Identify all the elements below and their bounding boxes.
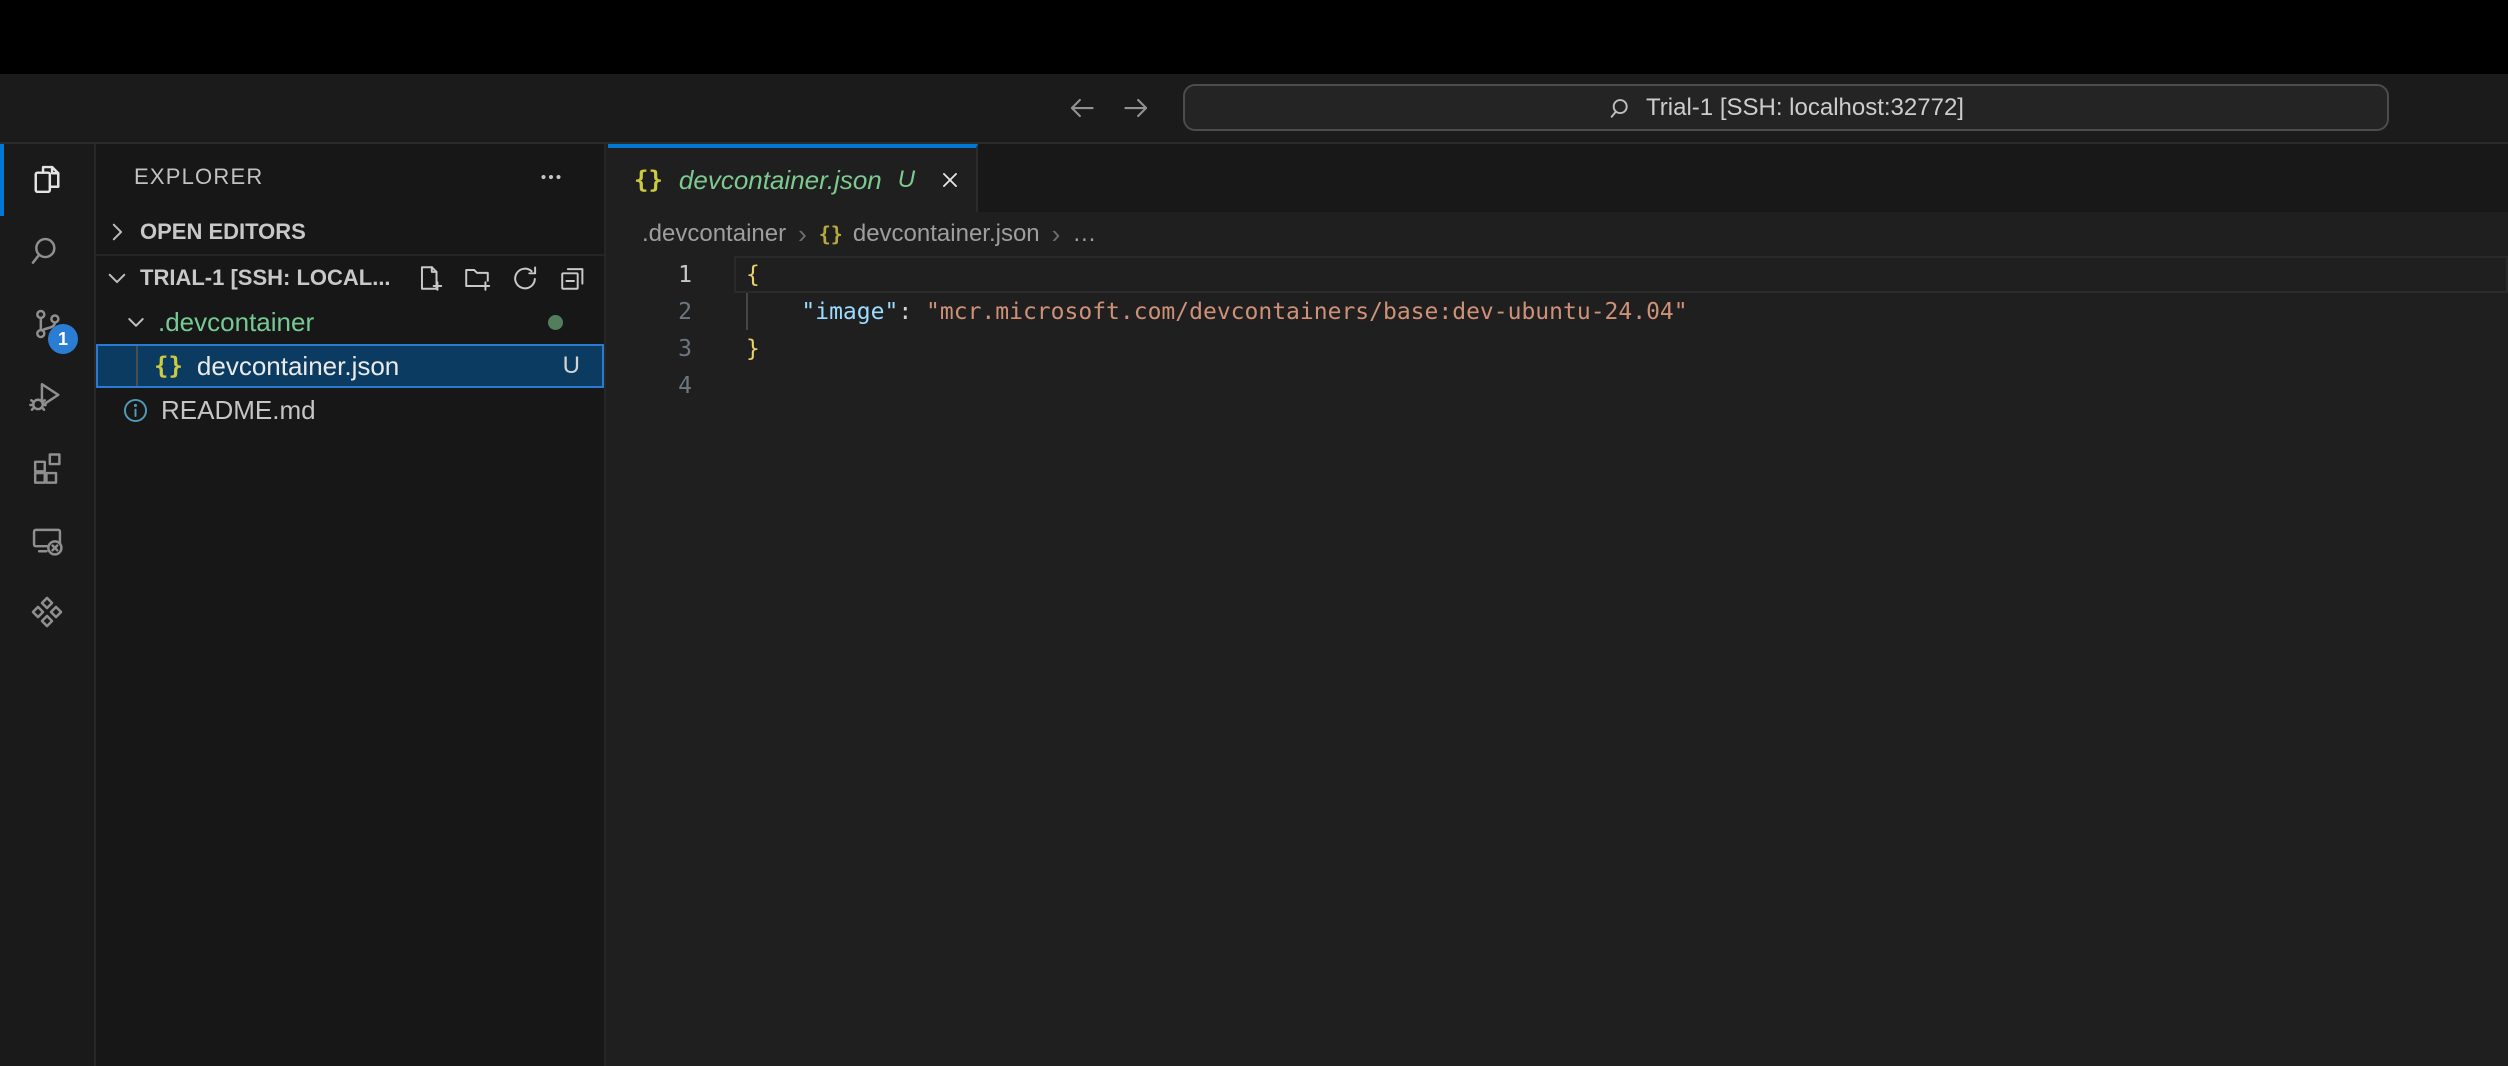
breadcrumb-separator: ›	[1052, 219, 1061, 250]
line-number: 1	[608, 262, 692, 288]
extensions-icon	[29, 450, 65, 486]
breadcrumb: .devcontainer › {} devcontainer.json › …	[608, 212, 2508, 256]
search-icon	[29, 234, 65, 270]
activity-explorer-button[interactable]	[0, 144, 94, 216]
activity-bar: 1	[0, 144, 96, 1066]
window-top-strip	[0, 0, 2508, 74]
tab-label: devcontainer.json	[679, 165, 882, 196]
run-debug-icon	[29, 378, 65, 414]
breadcrumb-item-symbol[interactable]: …	[1072, 220, 1096, 248]
code-token: :	[898, 299, 926, 325]
sidebar-header: EXPLORER	[96, 144, 604, 210]
nav-back-button[interactable]	[1062, 88, 1102, 128]
vscode-window: Trial-1 [SSH: localhost:32772] 1	[0, 0, 2508, 1066]
more-actions-icon[interactable]	[536, 162, 566, 192]
activity-extensions-button[interactable]	[0, 432, 94, 504]
code-token: {	[746, 262, 760, 288]
diamonds-icon	[29, 594, 65, 630]
new-folder-icon[interactable]	[462, 263, 492, 293]
info-icon	[122, 397, 149, 424]
code-token: "image"	[801, 299, 898, 325]
refresh-icon[interactable]	[510, 263, 540, 293]
editor-group: {} devcontainer.json U .devcontainer › {…	[608, 144, 2508, 1066]
file-label: devcontainer.json	[197, 351, 399, 382]
sidebar-title: EXPLORER	[134, 164, 263, 190]
code-token: }	[746, 336, 760, 362]
nav-forward-button[interactable]	[1116, 88, 1156, 128]
open-editors-header[interactable]: OPEN EDITORS	[96, 210, 604, 256]
json-file-icon: {}	[819, 222, 843, 246]
arrow-right-icon	[1119, 91, 1153, 125]
command-center-title: Trial-1 [SSH: localhost:32772]	[1646, 94, 1964, 122]
tree-item-devcontainer-folder[interactable]: .devcontainer	[96, 300, 604, 344]
code-line[interactable]: 1 {	[608, 256, 2508, 293]
tree-item-readme-md[interactable]: README.md	[96, 388, 604, 432]
close-icon[interactable]	[937, 167, 963, 193]
activity-search-button[interactable]	[0, 216, 94, 288]
collapse-all-icon[interactable]	[558, 263, 588, 293]
code-token	[746, 299, 801, 325]
workspace-section-header[interactable]: TRIAL-1 [SSH: LOCAL...	[96, 256, 604, 300]
code-line[interactable]: 3 }	[608, 330, 2508, 367]
workspace-label: TRIAL-1 [SSH: LOCAL...	[140, 265, 391, 291]
activity-run-debug-button[interactable]	[0, 360, 94, 432]
source-control-badge: 1	[48, 324, 78, 354]
git-untracked-badge: U	[563, 352, 580, 380]
tab-bar: {} devcontainer.json U	[608, 144, 2508, 212]
file-tree: .devcontainer {} devcontainer.json U REA…	[96, 300, 604, 432]
remote-explorer-icon	[29, 522, 65, 558]
line-number: 2	[608, 299, 692, 325]
activity-source-control-button[interactable]: 1	[0, 288, 94, 360]
code-line[interactable]: 2 "image": "mcr.microsoft.com/devcontain…	[608, 293, 2508, 330]
code-line[interactable]: 4	[608, 367, 2508, 404]
command-center-search[interactable]: Trial-1 [SSH: localhost:32772]	[1183, 84, 2389, 131]
code-token: "mcr.microsoft.com/devcontainers/base:de…	[926, 299, 1688, 325]
breadcrumb-item-folder[interactable]: .devcontainer	[642, 220, 786, 248]
title-bar: Trial-1 [SSH: localhost:32772]	[0, 74, 2508, 144]
json-file-icon: {}	[154, 352, 183, 380]
line-number: 4	[608, 373, 692, 399]
open-editors-label: OPEN EDITORS	[140, 219, 306, 245]
files-icon	[29, 162, 65, 198]
arrow-left-icon	[1065, 91, 1099, 125]
search-icon	[1608, 96, 1634, 122]
tab-git-untracked-badge: U	[898, 166, 915, 194]
line-number: 3	[608, 336, 692, 362]
activity-remote-explorer-button[interactable]	[0, 504, 94, 576]
indent-guide	[136, 346, 138, 386]
new-file-icon[interactable]	[414, 263, 444, 293]
chevron-down-icon	[104, 265, 130, 291]
folder-label: .devcontainer	[158, 307, 314, 338]
tab-devcontainer-json[interactable]: {} devcontainer.json U	[608, 144, 978, 212]
workspace-actions	[414, 263, 588, 293]
json-file-icon: {}	[634, 166, 663, 194]
file-label: README.md	[161, 395, 316, 426]
breadcrumb-separator: ›	[798, 219, 807, 250]
chevron-down-icon	[124, 310, 148, 334]
git-changes-dot	[548, 315, 563, 330]
code-editor[interactable]: 1 { 2 "image": "mcr.microsoft.com/devcon…	[608, 256, 2508, 1066]
chevron-right-icon	[104, 219, 130, 245]
explorer-sidebar: EXPLORER OPEN EDITORS TRIAL-1 [SSH: LOCA…	[96, 144, 606, 1066]
activity-diamonds-button[interactable]	[0, 576, 94, 648]
breadcrumb-item-file[interactable]: devcontainer.json	[853, 220, 1040, 248]
tree-item-devcontainer-json[interactable]: {} devcontainer.json U	[96, 344, 604, 388]
